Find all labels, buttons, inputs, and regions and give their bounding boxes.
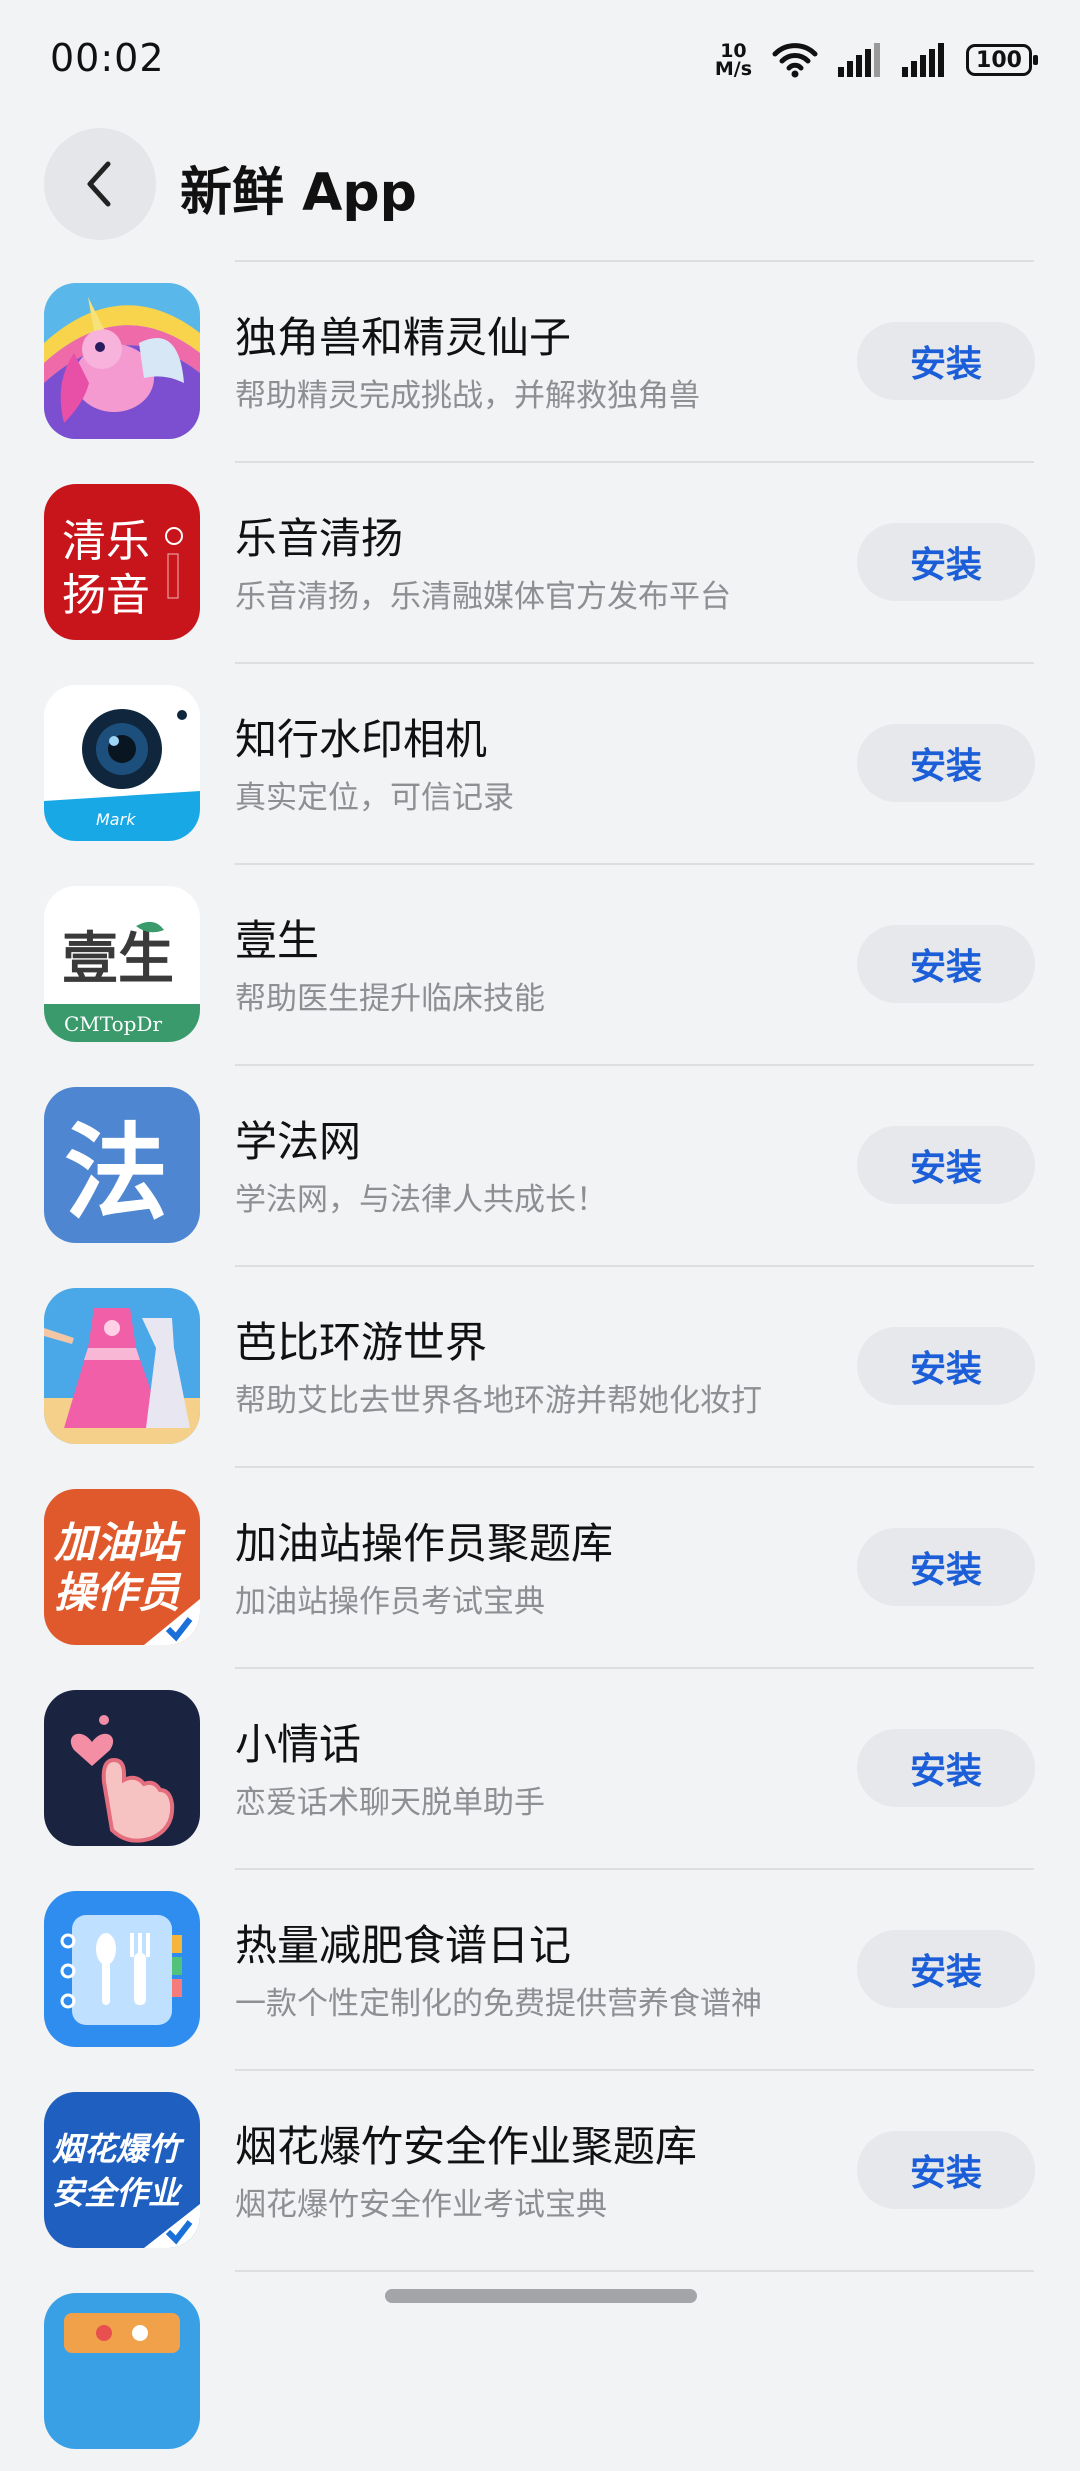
install-button[interactable]: 安装 xyxy=(857,1327,1035,1405)
app-name: 热量减肥食谱日记 xyxy=(235,1921,572,1970)
divider xyxy=(235,662,1034,664)
app-description: 一款个性定制化的免费提供营养食谱神 xyxy=(235,1986,762,2022)
list-item[interactable]: 加油站 操作员 加油站操作员聚题库 加油站操作员考试宝典 安装 xyxy=(0,1466,1080,1667)
app-name: 乐音清扬 xyxy=(235,514,404,563)
app-description: 乐音清扬，乐清融媒体官方发布平台 xyxy=(235,579,731,615)
back-button[interactable] xyxy=(44,128,156,240)
list-item[interactable]: 热量减肥食谱日记 一款个性定制化的免费提供营养食谱神 安装 xyxy=(0,1868,1080,2069)
wifi-icon xyxy=(772,43,818,78)
app-icon-text: 操作员 xyxy=(54,1568,182,1617)
app-description: 帮助医生提升临床技能 xyxy=(235,981,545,1017)
battery-icon: 100 xyxy=(966,44,1038,76)
status-time: 00:02 xyxy=(50,36,165,80)
app-name: 壹生 xyxy=(235,916,320,965)
install-button[interactable]: 安装 xyxy=(857,1528,1035,1606)
divider xyxy=(235,1667,1034,1669)
app-icon-fireworks: 烟花爆竹 安全作业 xyxy=(44,2092,200,2248)
app-icon-text: 加油站 xyxy=(53,1518,186,1567)
install-button[interactable]: 安装 xyxy=(857,1930,1035,2008)
app-icon-camera: Mark xyxy=(44,685,200,841)
app-description: 加油站操作员考试宝典 xyxy=(235,1584,545,1620)
install-button[interactable]: 安装 xyxy=(857,2131,1035,2209)
install-button[interactable]: 安装 xyxy=(857,1729,1035,1807)
app-name: 加油站操作员聚题库 xyxy=(235,1519,614,1568)
app-name: 学法网 xyxy=(235,1117,362,1166)
app-description: 恋爱话术聊天脱单助手 xyxy=(235,1785,545,1821)
divider xyxy=(235,1868,1034,1870)
install-button[interactable]: 安装 xyxy=(857,1126,1035,1204)
list-item[interactable]: 小情话 恋爱话术聊天脱单助手 安装 xyxy=(0,1667,1080,1868)
divider xyxy=(235,260,1034,262)
app-description: 学法网，与法律人共成长！ xyxy=(235,1182,607,1218)
header: 新鲜 App xyxy=(0,128,1080,240)
app-icon-barbie xyxy=(44,1288,200,1444)
app-icon-text: 安全作业 xyxy=(52,2174,183,2212)
network-speed: 10 M/s xyxy=(714,42,752,80)
app-icon-text: 壹生 xyxy=(62,926,174,992)
install-button[interactable]: 安装 xyxy=(857,523,1035,601)
app-description: 帮助精灵完成挑战，并解救独角兽 xyxy=(235,378,700,414)
app-icon-text: 烟花爆竹 xyxy=(52,2130,185,2168)
divider xyxy=(235,2069,1034,2071)
app-icon-gas-station: 加油站 操作员 xyxy=(44,1489,200,1645)
app-icon-text: 清乐 xyxy=(62,516,150,567)
app-list: 独角兽和精灵仙子 帮助精灵完成挑战，并解救独角兽 安装 清乐 扬音 乐音清扬 乐… xyxy=(0,260,1080,2471)
install-button[interactable]: 安装 xyxy=(857,724,1035,802)
list-item[interactable]: 芭比环游世界 帮助艾比去世界各地环游并帮她化妆打 安装 xyxy=(0,1265,1080,1466)
app-icon-love-talk xyxy=(44,1690,200,1846)
app-name: 小情话 xyxy=(235,1720,362,1769)
install-button[interactable]: 安装 xyxy=(857,925,1035,1003)
app-name: 独角兽和精灵仙子 xyxy=(235,313,572,362)
app-icon-text: 扬音 xyxy=(62,570,150,621)
app-name: 芭比环游世界 xyxy=(235,1318,488,1367)
chevron-left-icon xyxy=(87,161,111,207)
app-icon-text: CMTopDr xyxy=(64,1012,162,1036)
app-icon-yisheng: 壹生 CMTopDr xyxy=(44,886,200,1042)
divider xyxy=(235,863,1034,865)
app-icon-text: 法 xyxy=(64,1111,168,1234)
app-description: 烟花爆竹安全作业考试宝典 xyxy=(235,2187,607,2223)
divider xyxy=(235,1265,1034,1267)
divider xyxy=(235,461,1034,463)
app-icon-partial xyxy=(44,2293,200,2449)
divider xyxy=(235,2270,1034,2272)
app-name: 知行水印相机 xyxy=(235,715,488,764)
app-icon-unicorn xyxy=(44,283,200,439)
divider xyxy=(235,1064,1034,1066)
list-item[interactable]: 独角兽和精灵仙子 帮助精灵完成挑战，并解救独角兽 安装 xyxy=(0,260,1080,461)
status-icons: 10 M/s 100 xyxy=(714,36,1038,84)
app-icon-yueyin: 清乐 扬音 xyxy=(44,484,200,640)
list-item[interactable]: 清乐 扬音 乐音清扬 乐音清扬，乐清融媒体官方发布平台 安装 xyxy=(0,461,1080,662)
status-bar: 00:02 10 M/s 100 xyxy=(0,0,1080,120)
app-icon-text: Mark xyxy=(96,810,136,829)
app-description: 帮助艾比去世界各地环游并帮她化妆打 xyxy=(235,1383,762,1419)
app-name: 烟花爆竹安全作业聚题库 xyxy=(235,2122,698,2171)
list-item[interactable]: 壹生 CMTopDr 壹生 帮助医生提升临床技能 安装 xyxy=(0,863,1080,1064)
home-indicator[interactable] xyxy=(385,2289,697,2303)
list-item[interactable]: 烟花爆竹 安全作业 烟花爆竹安全作业聚题库 烟花爆竹安全作业考试宝典 安装 xyxy=(0,2069,1080,2270)
app-description: 真实定位，可信记录 xyxy=(235,780,514,816)
install-button[interactable]: 安装 xyxy=(857,322,1035,400)
signal-icon-2 xyxy=(902,43,944,77)
battery-level: 100 xyxy=(976,47,1022,73)
network-speed-unit: M/s xyxy=(714,58,752,80)
list-item[interactable]: Mark 知行水印相机 真实定位，可信记录 安装 xyxy=(0,662,1080,863)
signal-icon xyxy=(838,43,880,77)
page-title: 新鲜 App xyxy=(180,163,417,223)
app-icon-law: 法 xyxy=(44,1087,200,1243)
list-item[interactable]: 法 学法网 学法网，与法律人共成长！ 安装 xyxy=(0,1064,1080,1265)
divider xyxy=(235,1466,1034,1468)
app-icon-diet-recipe xyxy=(44,1891,200,2047)
